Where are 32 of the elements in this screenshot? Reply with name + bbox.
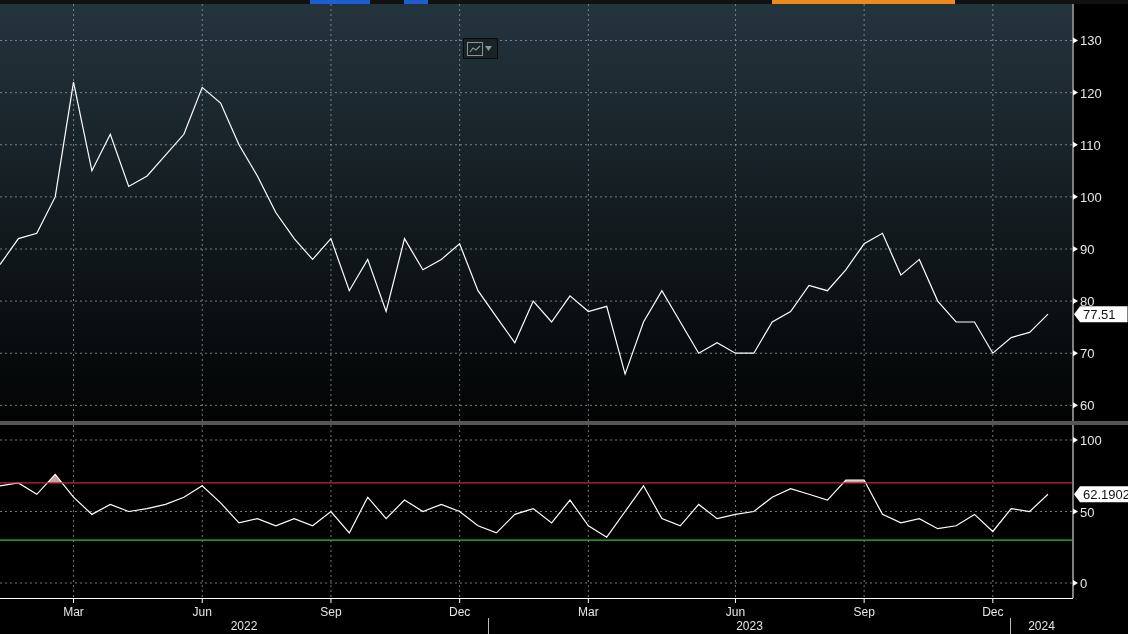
last-value-label: 77.51 <box>1074 306 1128 323</box>
caret-icon <box>485 46 492 51</box>
month-label: Jun <box>192 605 212 618</box>
chart-type-button[interactable] <box>463 38 498 59</box>
month-label: Sep <box>320 605 342 618</box>
y-tick-label: 70 <box>1080 346 1095 362</box>
y-tick-label: 120 <box>1080 85 1102 101</box>
y-tick-label: 0 <box>1080 576 1088 591</box>
panel-splitter[interactable] <box>0 421 1128 425</box>
y-tick-label: 100 <box>1080 189 1102 205</box>
month-label: Mar <box>63 605 84 618</box>
month-label: Dec <box>449 605 471 618</box>
tick-marker <box>1073 437 1078 443</box>
y-tick-label: 130 <box>1080 33 1102 49</box>
toolbar-tab-edge[interactable] <box>310 0 370 4</box>
line-chart-icon <box>467 41 483 56</box>
tick-marker <box>1073 508 1078 515</box>
month-label: Jun <box>725 605 746 618</box>
toolbar-tab-edge[interactable] <box>404 0 428 4</box>
month-label: Mar <box>578 605 599 618</box>
y-tick-label: 90 <box>1080 242 1095 257</box>
month-label: Dec <box>982 605 1004 618</box>
year-label: 2022 <box>230 619 258 633</box>
year-label: 2023 <box>736 619 763 633</box>
y-tick-label: 110 <box>1080 137 1101 153</box>
y-tick-label: 50 <box>1080 504 1095 520</box>
y-tick-label: 100 <box>1080 433 1102 448</box>
month-label: Sep <box>853 605 875 618</box>
tick-marker <box>1073 580 1078 586</box>
toolbar-tab-edge[interactable] <box>772 0 955 4</box>
y-tick-label: 60 <box>1080 398 1095 414</box>
year-label: 2024 <box>1028 619 1055 633</box>
